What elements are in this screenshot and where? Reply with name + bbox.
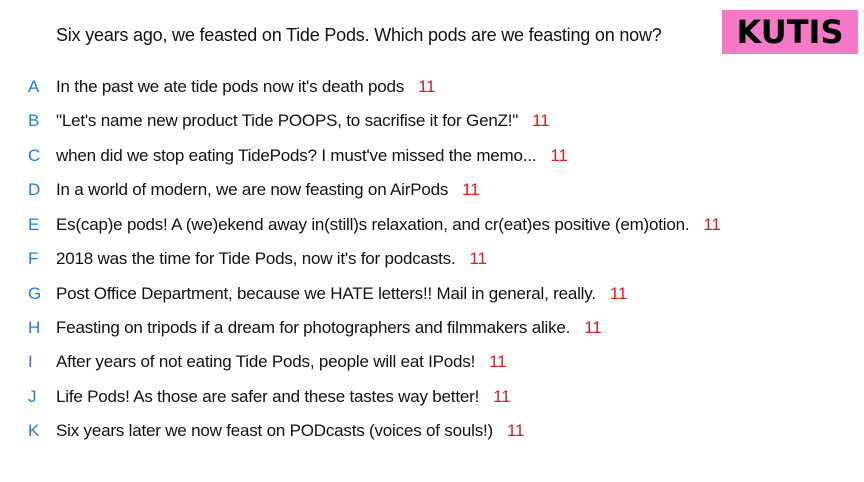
option-text-wrap: In a world of modern, we are now feastin… <box>56 180 480 200</box>
vote-count: 11 <box>462 180 480 199</box>
option-text-wrap: Feasting on tripods if a dream for photo… <box>56 318 602 338</box>
vote-count: 11 <box>469 249 487 268</box>
option-letter: E <box>28 215 40 234</box>
option-text-wrap: After years of not eating Tide Pods, peo… <box>56 352 507 372</box>
option-letter: I <box>28 352 33 371</box>
option-text-wrap: In the past we ate tide pods now it's de… <box>56 77 436 97</box>
option-text: Feasting on tripods if a dream for photo… <box>56 318 571 337</box>
option-text: 2018 was the time for Tide Pods, now it'… <box>56 249 456 268</box>
option-letter: D <box>28 180 41 199</box>
option-letter: F <box>28 249 39 268</box>
option-text: In a world of modern, we are now feastin… <box>56 180 449 199</box>
option-letter: H <box>28 318 41 337</box>
option-text: "Let's name new product Tide POOPS, to s… <box>56 111 519 130</box>
option-text: Es(cap)e pods! A (we)ekend away in(still… <box>56 215 690 234</box>
option-text-wrap: "Let's name new product Tide POOPS, to s… <box>56 111 550 131</box>
option-text-wrap: when did we stop eating TidePods? I must… <box>56 146 568 166</box>
option-text: when did we stop eating TidePods? I must… <box>56 146 537 165</box>
vote-count: 11 <box>489 352 507 371</box>
option-text: After years of not eating Tide Pods, peo… <box>56 352 476 371</box>
option-letter: G <box>28 284 42 303</box>
option-text-wrap: Es(cap)e pods! A (we)ekend away in(still… <box>56 215 721 235</box>
vote-count: 11 <box>703 215 721 234</box>
option-text-wrap: Six years later we now feast on PODcasts… <box>56 421 524 441</box>
option-letter: B <box>28 111 40 130</box>
option-letter: C <box>28 146 41 165</box>
option-text: In the past we ate tide pods now it's de… <box>56 77 405 96</box>
vote-count: 11 <box>584 318 602 337</box>
option-text-wrap: Post Office Department, because we HATE … <box>56 284 627 304</box>
brand-logo: KUTIS <box>722 10 858 54</box>
option-text: Post Office Department, because we HATE … <box>56 284 596 303</box>
option-text-wrap: 2018 was the time for Tide Pods, now it'… <box>56 249 487 269</box>
option-letter: A <box>28 77 40 96</box>
question-title: Six years ago, we feasted on Tide Pods. … <box>56 25 662 45</box>
vote-count: 11 <box>493 387 511 406</box>
option-text: Six years later we now feast on PODcasts… <box>56 421 493 440</box>
option-text-wrap: Life Pods! As those are safer and these … <box>56 387 511 407</box>
option-text: Life Pods! As those are safer and these … <box>56 387 480 406</box>
vote-count: 11 <box>506 421 525 440</box>
vote-count: 11 <box>609 284 628 303</box>
option-letter: J <box>28 387 37 406</box>
vote-count: 11 <box>550 146 568 165</box>
vote-count: 11 <box>532 111 550 130</box>
vote-count: 11 <box>418 77 436 96</box>
option-letter: K <box>28 421 40 440</box>
